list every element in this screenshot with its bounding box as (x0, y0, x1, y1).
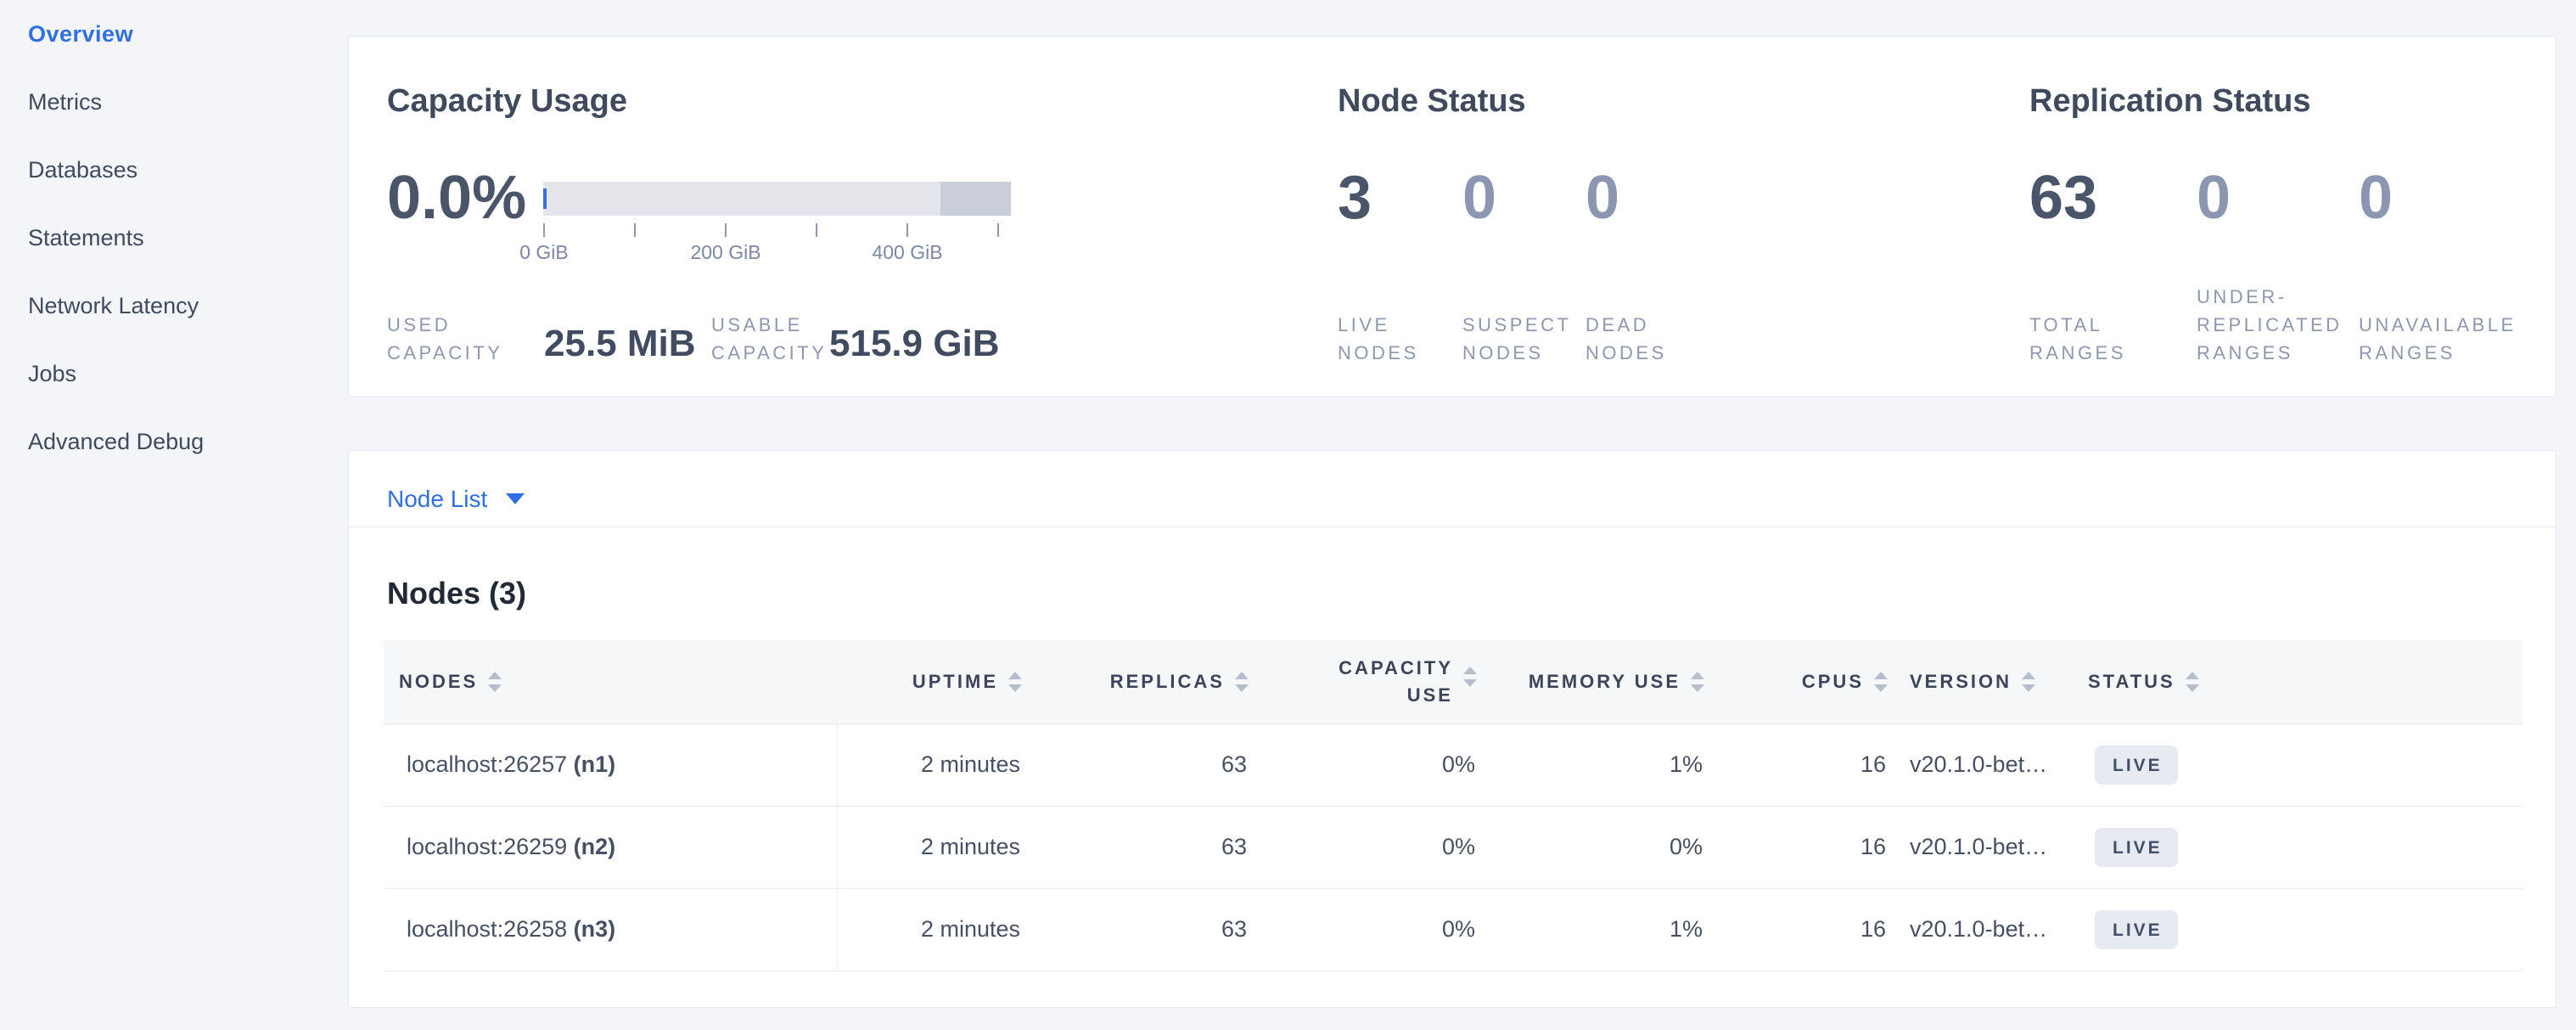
used-capacity-value: 25.5 MiB (544, 325, 696, 363)
cpus-cell: 16 (1715, 888, 1898, 971)
node-row[interactable]: localhost:26258 (n3) 2 minutes 63 0% 1% … (384, 888, 2523, 971)
capacity-gauge-bar (543, 182, 1011, 216)
sidebar-item-network-latency[interactable]: Network Latency (28, 295, 348, 318)
total-ranges-label: TOTAL RANGES (2029, 311, 2126, 367)
capacity-used-percent: 0.0% (387, 167, 526, 228)
node-row[interactable]: localhost:26257 (n1) 2 minutes 63 0% 1% … (384, 723, 2523, 806)
card-divider (349, 526, 2556, 527)
sort-icon (1463, 667, 1477, 687)
axis-label-0gib: 0 GiB (519, 241, 569, 264)
sidebar: Overview Metrics Databases Statements Ne… (0, 0, 348, 1030)
sort-icon (488, 672, 502, 692)
usable-capacity-value: 515.9 GiB (829, 325, 1000, 363)
live-nodes-label: LIVE NODES (1338, 311, 1419, 367)
capacity-gauge-axis-labels: 0 GiB 200 GiB 400 GiB (543, 241, 1011, 263)
node-address-cell: localhost:26257 (n1) (384, 723, 837, 806)
capacity-gauge-used-marker (543, 189, 547, 209)
version-cell: v20.1.0-bet… (1898, 806, 2071, 888)
uptime-cell: 2 minutes (837, 806, 1032, 888)
status-badge: LIVE (2095, 746, 2178, 785)
sidebar-item-databases[interactable]: Databases (28, 159, 348, 182)
capacity-use-cell: 0% (1259, 806, 1487, 888)
unavailable-ranges-count: 0 (2359, 167, 2393, 228)
capacity-use-cell: 0% (1259, 888, 1487, 971)
status-cell: LIVE (2071, 888, 2523, 971)
status-cell: LIVE (2071, 806, 2523, 888)
column-header-nodes[interactable]: NODES (384, 640, 837, 723)
caret-down-icon (506, 493, 525, 504)
uptime-cell: 2 minutes (837, 723, 1032, 806)
memory-use-cell: 0% (1487, 806, 1715, 888)
node-list-card: Node List Nodes (3) NODES UPTIME REPLICA (348, 450, 2556, 1008)
column-header-replicas[interactable]: REPLICAS (1032, 640, 1259, 723)
dead-nodes-count: 0 (1585, 167, 1619, 228)
replicas-cell: 63 (1032, 723, 1259, 806)
cluster-summary-card: Capacity Usage 0.0% 0 GiB 200 GiB 400 Gi… (348, 36, 2556, 397)
nodes-table: NODES UPTIME REPLICAS CAPACITY USE MEMOR… (384, 640, 2523, 971)
column-header-capacity-use[interactable]: CAPACITY USE (1259, 640, 1487, 723)
unavailable-ranges-label: UNAVAILABLE RANGES (2359, 311, 2517, 367)
axis-label-200gib: 200 GiB (690, 241, 760, 264)
capacity-gauge-ticks (543, 223, 1011, 238)
column-header-memory-use[interactable]: MEMORY USE (1487, 640, 1715, 723)
axis-label-400gib: 400 GiB (872, 241, 942, 264)
column-header-version[interactable]: VERSION (1898, 640, 2071, 723)
column-header-cpus[interactable]: CPUS (1715, 640, 1898, 723)
sort-icon (1691, 672, 1704, 692)
node-address-cell: localhost:26258 (n3) (384, 888, 837, 971)
version-cell: v20.1.0-bet… (1898, 723, 2071, 806)
column-header-status[interactable]: STATUS (2071, 640, 2523, 723)
replicas-cell: 63 (1032, 888, 1259, 971)
status-badge: LIVE (2095, 910, 2178, 949)
suspect-nodes-count: 0 (1462, 167, 1496, 228)
cpus-cell: 16 (1715, 723, 1898, 806)
table-header-row: NODES UPTIME REPLICAS CAPACITY USE MEMOR… (384, 640, 2523, 723)
sidebar-item-metrics[interactable]: Metrics (28, 91, 348, 114)
capacity-gauge: 0 GiB 200 GiB 400 GiB (543, 182, 1011, 263)
memory-use-cell: 1% (1487, 723, 1715, 806)
total-ranges-count: 63 (2029, 167, 2097, 228)
node-list-dropdown-label: Node List (387, 486, 487, 512)
node-id: (n3) (574, 916, 616, 942)
used-capacity-label: USED CAPACITY (387, 311, 502, 367)
capacity-use-cell: 0% (1259, 723, 1487, 806)
replicas-cell: 63 (1032, 806, 1259, 888)
sidebar-item-overview[interactable]: Overview (28, 23, 348, 46)
sort-icon (1008, 672, 1022, 692)
sidebar-item-statements[interactable]: Statements (28, 227, 348, 250)
column-header-uptime[interactable]: UPTIME (837, 640, 1032, 723)
replication-status-panel: Replication Status 63 0 0 TOTAL RANGES U… (2029, 37, 2547, 397)
memory-use-cell: 1% (1487, 888, 1715, 971)
suspect-nodes-label: SUSPECT NODES (1462, 311, 1571, 367)
sort-icon (1874, 672, 1888, 692)
usable-capacity-label: USABLE CAPACITY (711, 311, 827, 367)
sort-icon (2186, 672, 2199, 692)
sidebar-item-jobs[interactable]: Jobs (28, 363, 348, 386)
node-status-title: Node Status (1338, 82, 1526, 120)
nodes-section-title: Nodes (3) (387, 577, 526, 611)
capacity-gauge-other-segment (940, 182, 1011, 216)
node-id: (n1) (574, 751, 616, 777)
replication-status-title: Replication Status (2029, 82, 2311, 120)
capacity-usage-panel: Capacity Usage 0.0% 0 GiB 200 GiB 400 Gi… (387, 37, 1338, 397)
version-cell: v20.1.0-bet… (1898, 888, 2071, 971)
sort-icon (2022, 672, 2035, 692)
uptime-cell: 2 minutes (837, 888, 1032, 971)
sidebar-item-advanced-debug[interactable]: Advanced Debug (28, 431, 348, 453)
node-address-cell: localhost:26259 (n2) (384, 806, 837, 888)
live-nodes-count: 3 (1338, 167, 1372, 228)
sort-icon (1235, 672, 1249, 692)
cpus-cell: 16 (1715, 806, 1898, 888)
under-replicated-ranges-label: UNDER- REPLICATED RANGES (2197, 283, 2343, 367)
status-badge: LIVE (2095, 828, 2178, 867)
node-list-dropdown[interactable]: Node List (387, 486, 525, 513)
status-cell: LIVE (2071, 723, 2523, 806)
under-replicated-ranges-count: 0 (2197, 167, 2231, 228)
capacity-usage-title: Capacity Usage (387, 82, 627, 120)
node-status-panel: Node Status 3 0 0 LIVE NODES SUSPECT NOD… (1338, 37, 2000, 397)
dead-nodes-label: DEAD NODES (1585, 311, 1667, 367)
node-id: (n2) (574, 834, 616, 859)
node-row[interactable]: localhost:26259 (n2) 2 minutes 63 0% 0% … (384, 806, 2523, 888)
cluster-overview-page: Overview Metrics Databases Statements Ne… (0, 0, 2576, 1030)
